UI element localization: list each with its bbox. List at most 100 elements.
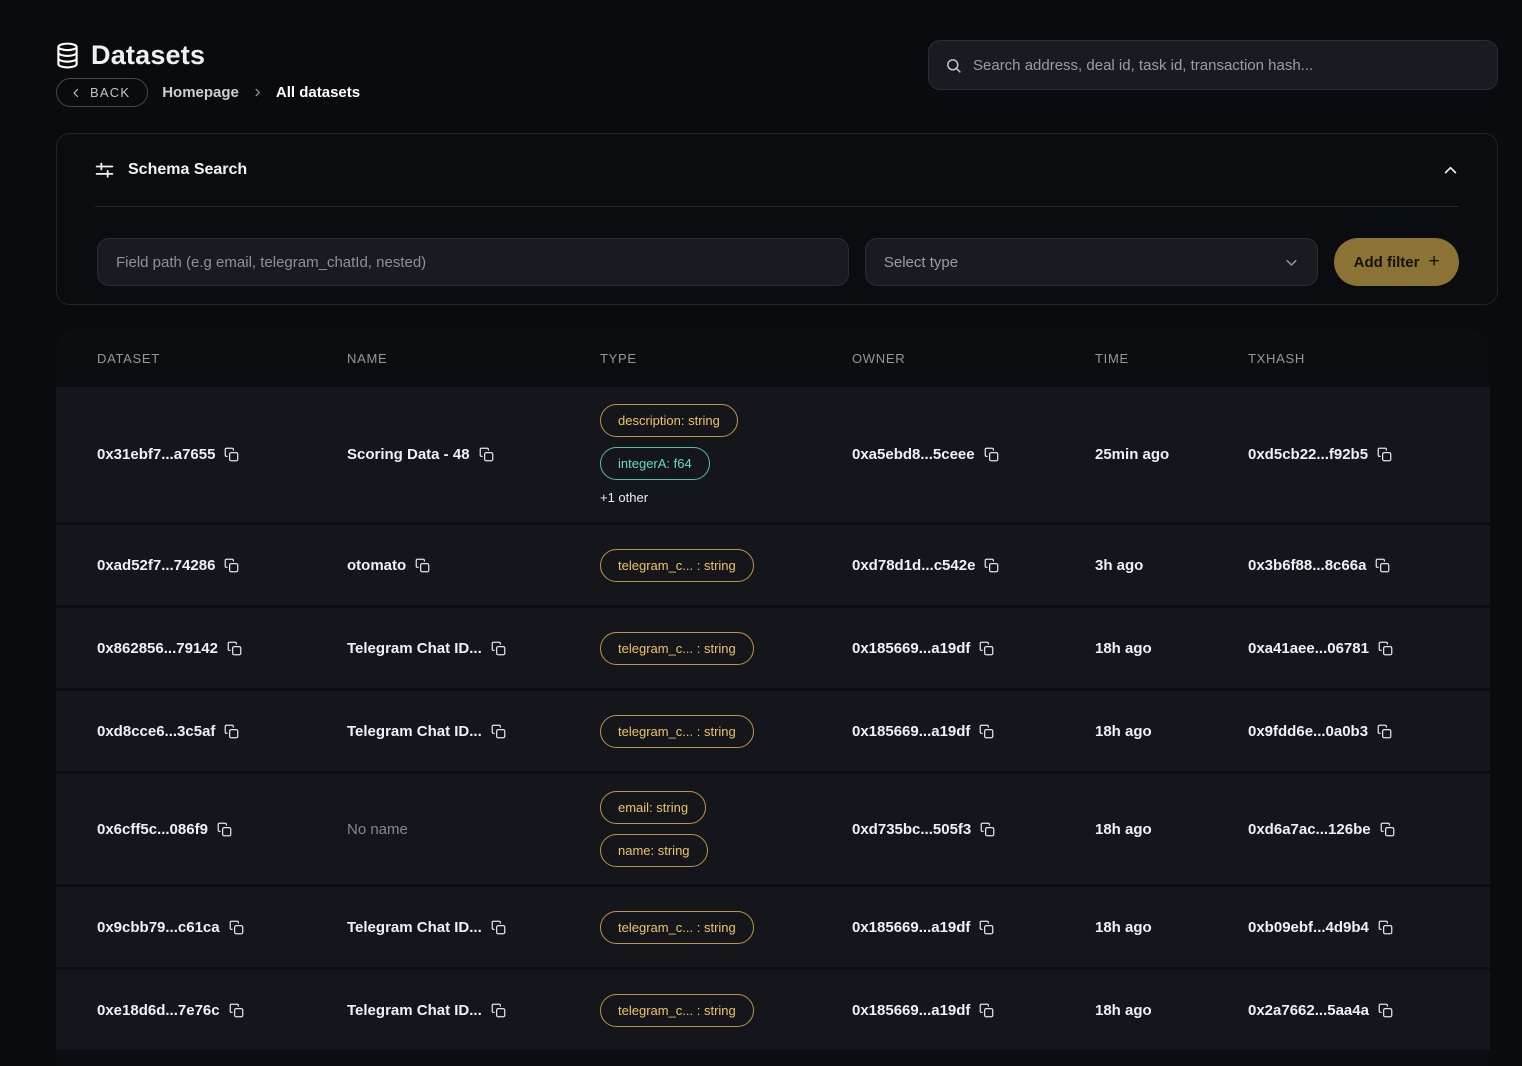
- copy-icon[interactable]: [984, 447, 999, 462]
- copy-icon[interactable]: [979, 920, 994, 935]
- table-row[interactable]: 0x9cbb79...c61ca Telegram Chat ID... tel…: [56, 887, 1490, 967]
- txhash-cell: 0xd6a7ac...126be: [1248, 821, 1470, 838]
- txhash-cell: 0x9fdd6e...0a0b3: [1248, 723, 1470, 740]
- type-cell: email: stringname: string: [600, 774, 852, 884]
- name-cell: No name: [347, 821, 600, 838]
- owner-cell: 0xa5ebd8...5ceee: [852, 446, 1095, 463]
- time-cell: 18h ago: [1095, 640, 1248, 657]
- nav-row: BACK Homepage All datasets: [56, 78, 360, 107]
- row-time: 25min ago: [1095, 446, 1169, 463]
- time-cell: 25min ago: [1095, 446, 1248, 463]
- copy-icon[interactable]: [491, 1003, 506, 1018]
- owner-address: 0x185669...a19df: [852, 640, 970, 657]
- type-chip: telegram_c... : string: [600, 994, 754, 1027]
- breadcrumb-current: All datasets: [276, 84, 360, 101]
- type-select[interactable]: Select type: [865, 238, 1318, 286]
- txhash: 0x9fdd6e...0a0b3: [1248, 723, 1368, 740]
- copy-icon[interactable]: [217, 822, 232, 837]
- dataset-name: No name: [347, 821, 408, 838]
- type-cell: telegram_c... : string: [600, 698, 852, 765]
- type-chip: telegram_c... : string: [600, 715, 754, 748]
- owner-address: 0x185669...a19df: [852, 919, 970, 936]
- page-header: Datasets: [56, 40, 205, 71]
- copy-icon[interactable]: [479, 447, 494, 462]
- name-cell: Telegram Chat ID...: [347, 919, 600, 936]
- copy-icon[interactable]: [224, 558, 239, 573]
- dataset-cell: 0xd8cce6...3c5af: [97, 723, 347, 740]
- dataset-name: Telegram Chat ID...: [347, 640, 482, 657]
- chevron-up-icon[interactable]: [1442, 162, 1459, 179]
- owner-address: 0x185669...a19df: [852, 723, 970, 740]
- time-cell: 18h ago: [1095, 821, 1248, 838]
- name-cell: Scoring Data - 48: [347, 446, 600, 463]
- txhash: 0xd6a7ac...126be: [1248, 821, 1371, 838]
- table-row[interactable]: 0xe18d6d...7e76c Telegram Chat ID... tel…: [56, 970, 1490, 1050]
- dataset-name: Telegram Chat ID...: [347, 723, 482, 740]
- dataset-cell: 0xad52f7...74286: [97, 557, 347, 574]
- type-chip: description: string: [600, 404, 738, 437]
- row-time: 18h ago: [1095, 640, 1152, 657]
- owner-cell: 0x185669...a19df: [852, 1002, 1095, 1019]
- search-input[interactable]: [973, 57, 1481, 74]
- copy-icon[interactable]: [979, 724, 994, 739]
- copy-icon[interactable]: [491, 724, 506, 739]
- type-cell: telegram_c... : string: [600, 532, 852, 599]
- copy-icon[interactable]: [979, 641, 994, 656]
- schema-search-header: Schema Search: [57, 134, 1497, 206]
- row-time: 18h ago: [1095, 919, 1152, 936]
- name-cell: Telegram Chat ID...: [347, 723, 600, 740]
- copy-icon[interactable]: [491, 641, 506, 656]
- copy-icon[interactable]: [229, 920, 244, 935]
- type-chip: telegram_c... : string: [600, 911, 754, 944]
- txhash-cell: 0xb09ebf...4d9b4: [1248, 919, 1470, 936]
- copy-icon[interactable]: [224, 724, 239, 739]
- copy-icon[interactable]: [224, 447, 239, 462]
- copy-icon[interactable]: [491, 920, 506, 935]
- dataset-name: otomato: [347, 557, 406, 574]
- type-chip: name: string: [600, 834, 708, 867]
- type-cell: telegram_c... : string: [600, 977, 852, 1044]
- chevron-right-icon: [252, 87, 263, 98]
- copy-icon[interactable]: [1378, 641, 1393, 656]
- page-title: Datasets: [91, 40, 205, 71]
- database-icon: [56, 42, 79, 69]
- copy-icon[interactable]: [1377, 447, 1392, 462]
- table-row[interactable]: 0x31ebf7...a7655 Scoring Data - 48 descr…: [56, 387, 1490, 522]
- table-row[interactable]: 0x862856...79142 Telegram Chat ID... tel…: [56, 608, 1490, 688]
- owner-address: 0x185669...a19df: [852, 1002, 970, 1019]
- copy-icon[interactable]: [1380, 822, 1395, 837]
- copy-icon[interactable]: [1378, 920, 1393, 935]
- dataset-cell: 0x6cff5c...086f9: [97, 821, 347, 838]
- table-row[interactable]: 0x6cff5c...086f9 No name email: stringna…: [56, 774, 1490, 884]
- table-header: DATASETNAMETYPEOWNERTIMETXHASH: [56, 330, 1490, 387]
- column-header: DATASET: [97, 351, 347, 366]
- copy-icon[interactable]: [1375, 558, 1390, 573]
- dataset-id: 0xd8cce6...3c5af: [97, 723, 215, 740]
- copy-icon[interactable]: [227, 641, 242, 656]
- table-row[interactable]: 0xad52f7...74286 otomato telegram_c... :…: [56, 525, 1490, 605]
- txhash: 0xd5cb22...f92b5: [1248, 446, 1368, 463]
- back-label: BACK: [90, 85, 130, 100]
- dataset-id: 0x6cff5c...086f9: [97, 821, 208, 838]
- copy-icon[interactable]: [980, 822, 995, 837]
- copy-icon[interactable]: [984, 558, 999, 573]
- copy-icon[interactable]: [229, 1003, 244, 1018]
- table-row[interactable]: 0xd8cce6...3c5af Telegram Chat ID... tel…: [56, 691, 1490, 771]
- copy-icon[interactable]: [415, 558, 430, 573]
- copy-icon[interactable]: [1378, 1003, 1393, 1018]
- add-filter-button[interactable]: Add filter +: [1334, 238, 1459, 286]
- txhash: 0x3b6f88...8c66a: [1248, 557, 1366, 574]
- dataset-id: 0xad52f7...74286: [97, 557, 215, 574]
- copy-icon[interactable]: [979, 1003, 994, 1018]
- breadcrumb: Homepage All datasets: [162, 84, 360, 101]
- copy-icon[interactable]: [1377, 724, 1392, 739]
- dataset-id: 0x31ebf7...a7655: [97, 446, 215, 463]
- dataset-cell: 0x31ebf7...a7655: [97, 446, 347, 463]
- name-cell: Telegram Chat ID...: [347, 1002, 600, 1019]
- column-header: OWNER: [852, 351, 1095, 366]
- back-button[interactable]: BACK: [56, 78, 148, 107]
- type-cell: telegram_c... : string: [600, 615, 852, 682]
- breadcrumb-homepage[interactable]: Homepage: [162, 84, 239, 101]
- table-body: 0x31ebf7...a7655 Scoring Data - 48 descr…: [56, 387, 1490, 1050]
- field-path-input[interactable]: [97, 238, 849, 286]
